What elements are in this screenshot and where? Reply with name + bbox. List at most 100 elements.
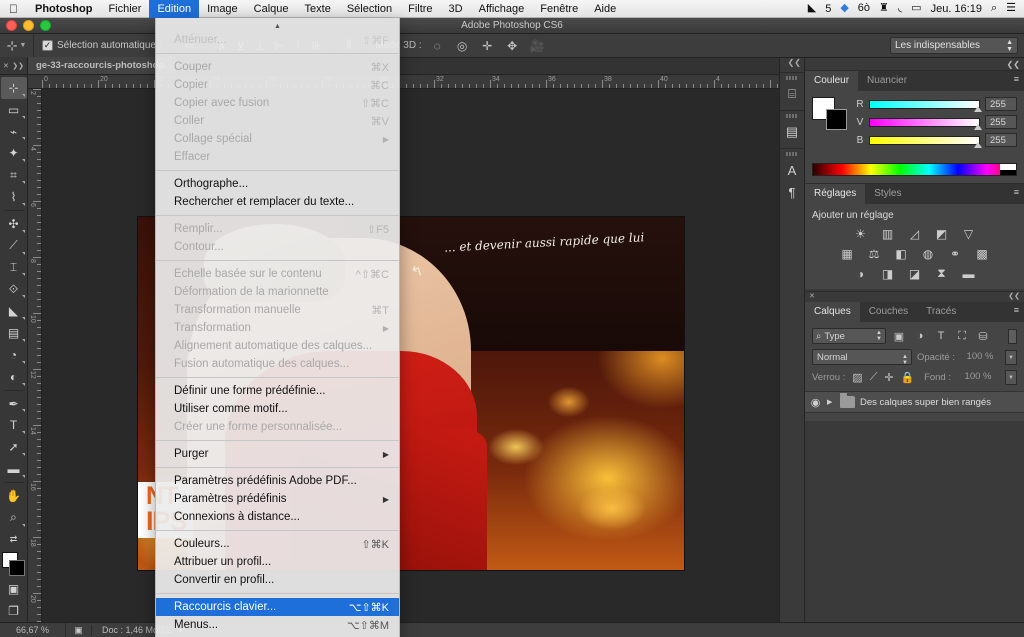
red-slider[interactable] — [869, 99, 982, 112]
search-icon[interactable]: ⌕ — [991, 3, 997, 14]
photo-filter-icon[interactable]: ◍ — [920, 246, 937, 261]
color-balance-icon[interactable]: ⚖ — [866, 246, 883, 261]
filter-toggle-switch[interactable] — [1008, 328, 1017, 344]
type-layers-filter-icon[interactable]: T — [933, 330, 949, 342]
expand-panels-icon[interactable]: ❯❯ — [12, 62, 24, 70]
menu-item[interactable]: Purger ▶ — [156, 445, 399, 463]
slider-thumb[interactable] — [974, 123, 982, 130]
lock-position-icon[interactable]: ✛ — [884, 371, 893, 384]
vibrance-icon[interactable]: ▽ — [960, 226, 977, 241]
workspace-selector[interactable]: Les indispensables ▲ ▼ — [890, 37, 1018, 54]
lock-all-icon[interactable]: 🔒 — [901, 371, 915, 384]
opacity-value[interactable]: 100 % — [960, 350, 1000, 365]
battery-charging-icon[interactable]: ▭ — [911, 3, 921, 14]
lock-transparent-pixels-icon[interactable]: ▨ — [852, 371, 862, 384]
spot-healing-brush-tool[interactable]: ✣ — [1, 213, 27, 235]
zoom-level[interactable]: 66,67 % — [0, 622, 66, 637]
swap-colors-icon[interactable]: ⇄ — [1, 529, 27, 551]
dodge-tool[interactable]: ◐ — [1, 366, 27, 388]
menubar-item-calque[interactable]: Calque — [246, 0, 297, 18]
layer-filter-type-select[interactable]: ⌕ Type ▲ ▼ — [812, 328, 886, 344]
bowler-hat-icon[interactable]: ♜ — [879, 3, 889, 14]
red-value[interactable]: 255 — [985, 97, 1017, 111]
fill-value[interactable]: 100 % — [958, 370, 998, 385]
quick-mask-icon[interactable]: ▣ — [1, 578, 27, 600]
menubar-item-image[interactable]: Image — [199, 0, 246, 18]
panel-menu-icon[interactable]: ≡ — [1014, 75, 1019, 84]
notification-center-icon[interactable]: ☰ — [1006, 3, 1016, 14]
color-lookup-icon[interactable]: ▩ — [974, 246, 991, 261]
menu-item[interactable]: Convertir en profil... — [156, 571, 399, 589]
crop-tool[interactable]: ⌗ — [1, 164, 27, 186]
menu-item[interactable]: Paramètres prédéfinis ▶ — [156, 490, 399, 508]
glasses-icon[interactable]: 6ò — [858, 3, 870, 14]
adjustment-layers-filter-icon[interactable]: ◑ — [912, 330, 928, 342]
screen-mode-icon[interactable]: ❐ — [1, 600, 27, 622]
blur-tool[interactable]: ◔ — [1, 344, 27, 366]
menu-item[interactable]: Couleurs... ⇧⌘K — [156, 535, 399, 553]
move-tool-icon[interactable]: ⊹ ▼ — [0, 33, 34, 58]
type-panel-group[interactable]: A ¶ — [780, 148, 804, 208]
background-color-swatch[interactable] — [8, 560, 25, 577]
fill-dropdown-icon[interactable]: ▼ — [1005, 370, 1017, 385]
menu-item[interactable]: Paramètres prédéfinis Adobe PDF... — [156, 472, 399, 490]
green-value[interactable]: 255 — [985, 115, 1017, 129]
history-panel-group[interactable]: ⌸ — [780, 72, 804, 110]
slider-thumb[interactable] — [974, 141, 982, 148]
shape-layers-filter-icon[interactable]: ⛶ — [954, 330, 970, 343]
menubar-item-3d[interactable]: 3D — [441, 0, 471, 18]
tab-couleur[interactable]: Couleur — [805, 71, 859, 91]
rotate-3d-icon[interactable]: ◌ — [428, 34, 447, 58]
menubar-item-texte[interactable]: Texte — [297, 0, 339, 18]
menubar-item-selection[interactable]: Sélection — [339, 0, 400, 18]
brush-tool[interactable]: ⟋ — [1, 235, 27, 257]
menu-item[interactable]: Rechercher et remplacer du texte... — [156, 193, 399, 211]
opacity-dropdown-icon[interactable]: ▼ — [1005, 349, 1017, 365]
background-color-swatch[interactable] — [826, 109, 847, 130]
rectangular-marquee-tool[interactable]: ▭ — [1, 99, 27, 121]
tab-couches[interactable]: Couches — [860, 302, 917, 322]
hue-saturation-icon[interactable]: ▦ — [839, 246, 856, 261]
hand-tool[interactable]: ✋ — [1, 485, 27, 507]
properties-panel-icon[interactable]: ▤ — [786, 121, 798, 143]
apple-icon[interactable]:  — [0, 3, 27, 15]
menubar-item-photoshop[interactable]: Photoshop — [27, 0, 100, 18]
curves-icon[interactable]: ◿ — [906, 226, 923, 241]
path-selection-tool[interactable]: ➚ — [1, 436, 27, 458]
tab-styles[interactable]: Styles — [865, 184, 910, 204]
scale-3d-icon[interactable]: 🎥 — [528, 34, 547, 58]
menubar-item-filtre[interactable]: Filtre — [400, 0, 440, 18]
color-spectrum-ramp[interactable] — [812, 163, 1017, 176]
close-icon[interactable]: ✕ — [809, 292, 815, 300]
collapse-dock-icon[interactable]: ❮❮ — [1008, 292, 1020, 300]
tab-reglages[interactable]: Réglages — [805, 184, 866, 204]
character-panel-icon[interactable]: A — [788, 159, 797, 181]
blue-value[interactable]: 255 — [985, 133, 1017, 147]
scroll-up-arrow[interactable]: ▲ — [156, 22, 399, 31]
document-tab[interactable]: ge-33-raccourcis-photoshop. — [28, 57, 176, 74]
rectangle-tool[interactable]: ▬ — [1, 458, 27, 480]
menu-item[interactable]: Attribuer un profil... — [156, 553, 399, 571]
minimize-button[interactable] — [23, 20, 34, 31]
panel-menu-icon[interactable]: ≡ — [1014, 188, 1019, 197]
panel-menu-icon[interactable]: ≡ — [1014, 306, 1019, 315]
tab-nuancier[interactable]: Nuancier — [858, 71, 916, 91]
channel-mixer-icon[interactable]: ⚭ — [947, 246, 964, 261]
pen-tool[interactable]: ✒ — [1, 393, 27, 415]
collapse-dock-icon[interactable]: ❮❮ — [1007, 60, 1020, 69]
canvas-area[interactable]: 020222426283032343638404 246810121416182… — [28, 75, 780, 622]
menu-bar-clock[interactable]: Jeu. 16:19 — [931, 3, 982, 15]
menubar-item-affichage[interactable]: Affichage — [471, 0, 533, 18]
menu-item[interactable]: Connexions à distance... — [156, 508, 399, 526]
blue-slider[interactable] — [869, 135, 982, 148]
posterize-icon[interactable]: ◨ — [879, 266, 896, 281]
menu-item[interactable]: Définir une forme prédéfinie... — [156, 382, 399, 400]
menubar-item-edition[interactable]: Edition — [149, 0, 200, 18]
menu-item[interactable]: Raccourcis clavier... ⌥⇧⌘K — [156, 598, 399, 616]
invert-icon[interactable]: ◑ — [852, 266, 869, 281]
menu-item[interactable]: Orthographe... — [156, 175, 399, 193]
zoom-tool[interactable]: ⌕ — [1, 507, 27, 529]
paragraph-panel-icon[interactable]: ¶ — [789, 181, 796, 203]
app-badge-icon[interactable]: ◣ — [808, 3, 816, 14]
brightness-contrast-icon[interactable]: ☀ — [852, 226, 869, 241]
